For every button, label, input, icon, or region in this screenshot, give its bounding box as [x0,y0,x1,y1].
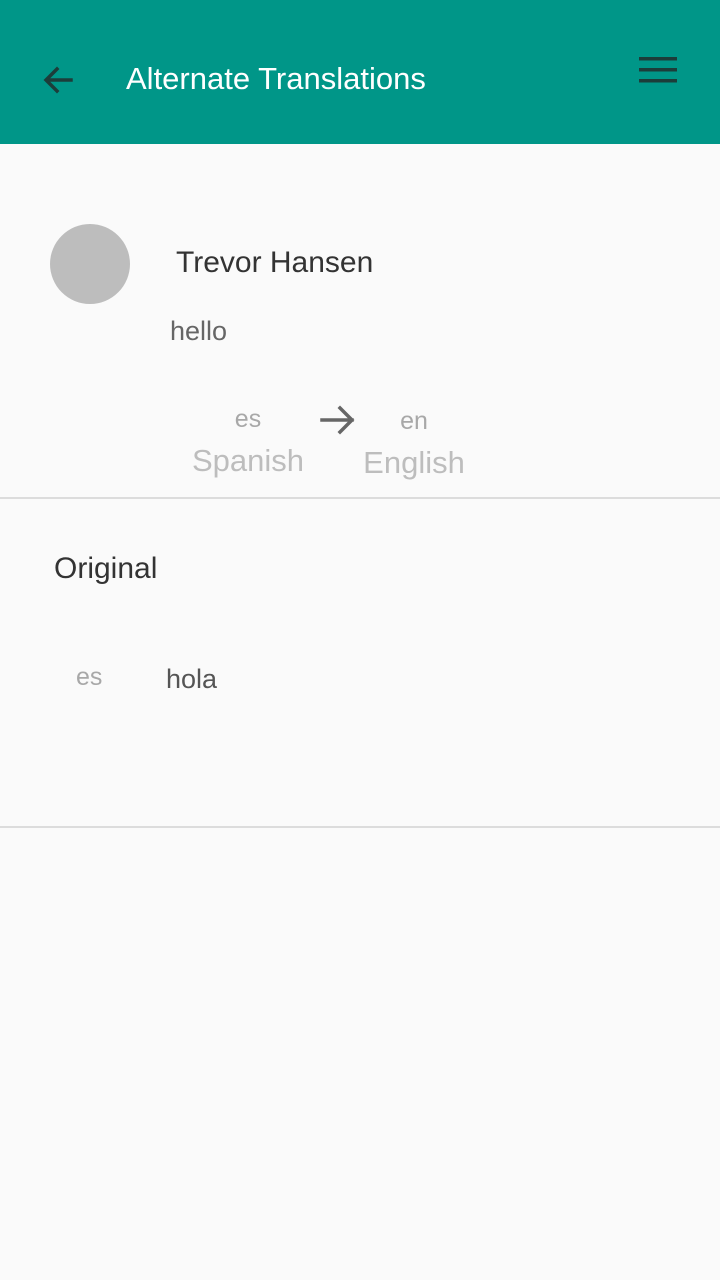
target-language-code: en [400,407,428,435]
arrow-right-icon [320,405,355,435]
source-language-name: Spanish [191,443,305,478]
divider [0,826,720,828]
menu-button[interactable] [630,46,686,96]
original-text: hola [166,664,218,694]
original-language-code: es [76,663,103,691]
page-title: Alternate Translations [126,61,426,96]
back-button[interactable] [30,52,86,108]
target-language-name: English [363,445,465,480]
avatar [50,224,130,304]
user-name: Trevor Hansen [176,246,374,279]
arrow-back-icon [43,66,73,94]
app-bar: Alternate Translations [0,0,720,144]
source-language: es Spanish [188,404,308,480]
original-section-title: Original [54,552,158,585]
source-language-code: es [234,405,262,433]
translated-message: hello [170,316,228,346]
target-language: en English [358,406,470,482]
hamburger-menu-icon [639,57,677,83]
divider [0,497,720,499]
